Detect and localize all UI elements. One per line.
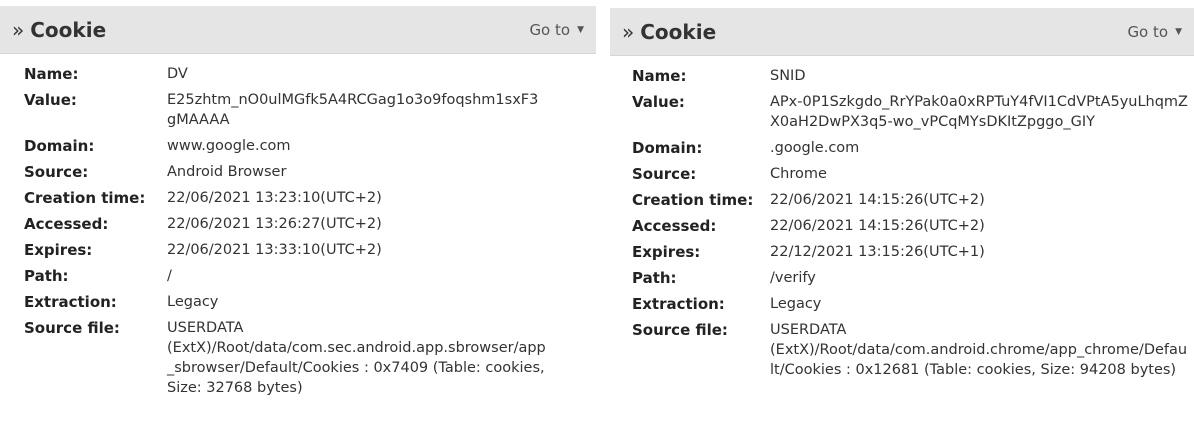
field-value: 22/06/2021 13:26:27(UTC+2)	[167, 216, 382, 232]
field-label: Path:	[24, 267, 69, 285]
field-label: Domain:	[632, 139, 703, 157]
field-label: Source file:	[632, 321, 728, 339]
field-value: /verify	[770, 270, 816, 286]
field-label: Expires:	[24, 241, 93, 259]
field-value: 22/06/2021 13:23:10(UTC+2)	[167, 190, 382, 206]
goto-label: Go to	[1127, 22, 1169, 41]
field-row-domain: Domain: www.google.com	[24, 136, 596, 156]
field-row-value: Value: E25zhtm_nO0ulMGfk5A4RCGag1o3o9foq…	[24, 90, 596, 130]
field-row-creation-time: Creation time: 22/06/2021 13:23:10(UTC+2…	[24, 188, 596, 208]
field-value: .google.com	[770, 140, 860, 156]
field-row-value: Value: APx-0P1Szkgdo_RrYPak0a0xRPTuY4fVI…	[632, 92, 1194, 132]
field-value: Legacy	[770, 296, 822, 312]
panel-title: Cookie	[640, 19, 717, 44]
panel-header: » Cookie Go to ▼	[610, 8, 1194, 56]
field-row-name: Name: SNID	[632, 66, 1194, 86]
field-label: Extraction:	[24, 293, 117, 311]
field-row-expires: Expires: 22/12/2021 13:15:26(UTC+1)	[632, 242, 1194, 262]
field-label: Path:	[632, 269, 677, 287]
goto-dropdown[interactable]: Go to ▼	[529, 21, 584, 39]
caret-down-icon: ▼	[1175, 26, 1182, 37]
goto-dropdown[interactable]: Go to ▼	[1127, 23, 1182, 41]
field-value: 22/06/2021 14:15:26(UTC+2)	[770, 218, 985, 234]
field-row-extraction: Extraction: Legacy	[24, 292, 596, 312]
field-label: Source:	[632, 165, 697, 183]
panel-title: Cookie	[30, 17, 107, 42]
field-row-accessed: Accessed: 22/06/2021 14:15:26(UTC+2)	[632, 216, 1194, 236]
field-value: www.google.com	[167, 138, 291, 154]
field-value: USERDATA (ExtX)/Root/data/com.android.ch…	[770, 322, 1188, 378]
field-row-name: Name: DV	[24, 64, 596, 84]
field-label: Extraction:	[632, 295, 725, 313]
field-value: Chrome	[770, 166, 827, 182]
field-label: Expires:	[632, 243, 701, 261]
field-label: Name:	[632, 67, 687, 85]
field-row-extraction: Extraction: Legacy	[632, 294, 1194, 314]
field-label: Domain:	[24, 137, 95, 155]
double-chevron-right-icon[interactable]: »	[622, 22, 634, 42]
double-chevron-right-icon[interactable]: »	[12, 20, 24, 40]
field-label: Value:	[24, 91, 77, 109]
field-row-source-file: Source file: USERDATA (ExtX)/Root/data/c…	[632, 320, 1194, 380]
field-value: USERDATA (ExtX)/Root/data/com.sec.androi…	[167, 320, 546, 396]
panel-header: » Cookie Go to ▼	[0, 6, 596, 54]
field-value: Legacy	[167, 294, 219, 310]
cookie-panel-right: » Cookie Go to ▼ Name: SNID Value: APx-0…	[610, 8, 1194, 441]
field-row-source-file: Source file: USERDATA (ExtX)/Root/data/c…	[24, 318, 596, 398]
field-label: Source file:	[24, 319, 120, 337]
field-value: E25zhtm_nO0ulMGfk5A4RCGag1o3o9foqshm1sxF…	[167, 92, 539, 128]
goto-label: Go to	[529, 20, 571, 39]
caret-down-icon: ▼	[577, 24, 584, 35]
field-row-accessed: Accessed: 22/06/2021 13:26:27(UTC+2)	[24, 214, 596, 234]
field-label: Accessed:	[632, 217, 717, 235]
field-row-path: Path: /	[24, 266, 596, 286]
field-label: Name:	[24, 65, 79, 83]
field-row-creation-time: Creation time: 22/06/2021 14:15:26(UTC+2…	[632, 190, 1194, 210]
field-label: Creation time:	[632, 191, 754, 209]
field-row-expires: Expires: 22/06/2021 13:33:10(UTC+2)	[24, 240, 596, 260]
field-row-path: Path: /verify	[632, 268, 1194, 288]
field-value: /	[167, 268, 172, 284]
field-label: Accessed:	[24, 215, 109, 233]
field-label: Creation time:	[24, 189, 146, 207]
field-label: Source:	[24, 163, 89, 181]
field-row-source: Source: Android Browser	[24, 162, 596, 182]
field-value: APx-0P1Szkgdo_RrYPak0a0xRPTuY4fVI1CdVPtA…	[770, 94, 1188, 130]
field-value: SNID	[770, 68, 806, 84]
field-label: Value:	[632, 93, 685, 111]
field-value: 22/12/2021 13:15:26(UTC+1)	[770, 244, 985, 260]
field-list: Name: DV Value: E25zhtm_nO0ulMGfk5A4RCGa…	[0, 54, 596, 398]
field-value: Android Browser	[167, 164, 287, 180]
field-value: DV	[167, 66, 188, 82]
field-row-domain: Domain: .google.com	[632, 138, 1194, 158]
field-list: Name: SNID Value: APx-0P1Szkgdo_RrYPak0a…	[610, 56, 1194, 380]
field-value: 22/06/2021 14:15:26(UTC+2)	[770, 192, 985, 208]
cookie-panel-left: » Cookie Go to ▼ Name: DV Value: E25zhtm…	[0, 6, 596, 441]
field-value: 22/06/2021 13:33:10(UTC+2)	[167, 242, 382, 258]
field-row-source: Source: Chrome	[632, 164, 1194, 184]
